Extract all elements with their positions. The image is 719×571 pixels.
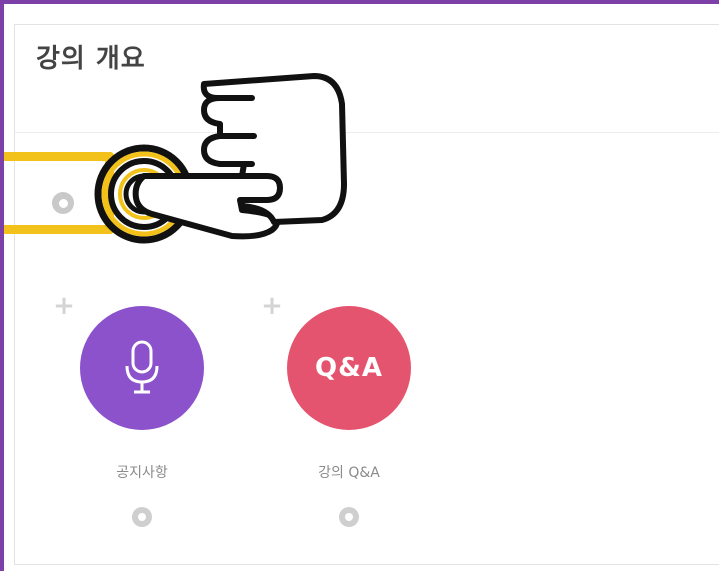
hand-pointer-icon (94, 73, 347, 244)
add-module-plus-icon[interactable]: + (260, 293, 284, 319)
qna-settings-gear-icon[interactable] (339, 507, 359, 527)
notice-module-label[interactable]: 공지사항 (77, 462, 207, 482)
course-frame: 강의 개요 + + 공지사항 Q&A 강의 Q&A (0, 0, 719, 571)
qna-icon-text: Q&A (315, 353, 383, 383)
qna-module-label[interactable]: 강의 Q&A (284, 462, 414, 482)
notice-settings-gear-icon[interactable] (132, 507, 152, 527)
microphone-icon (125, 340, 159, 394)
qna-module-button[interactable]: Q&A (287, 306, 411, 430)
notice-module-button[interactable] (80, 306, 204, 430)
add-module-plus-icon[interactable]: + (52, 293, 76, 319)
section-settings-gear-icon[interactable] (52, 192, 74, 214)
